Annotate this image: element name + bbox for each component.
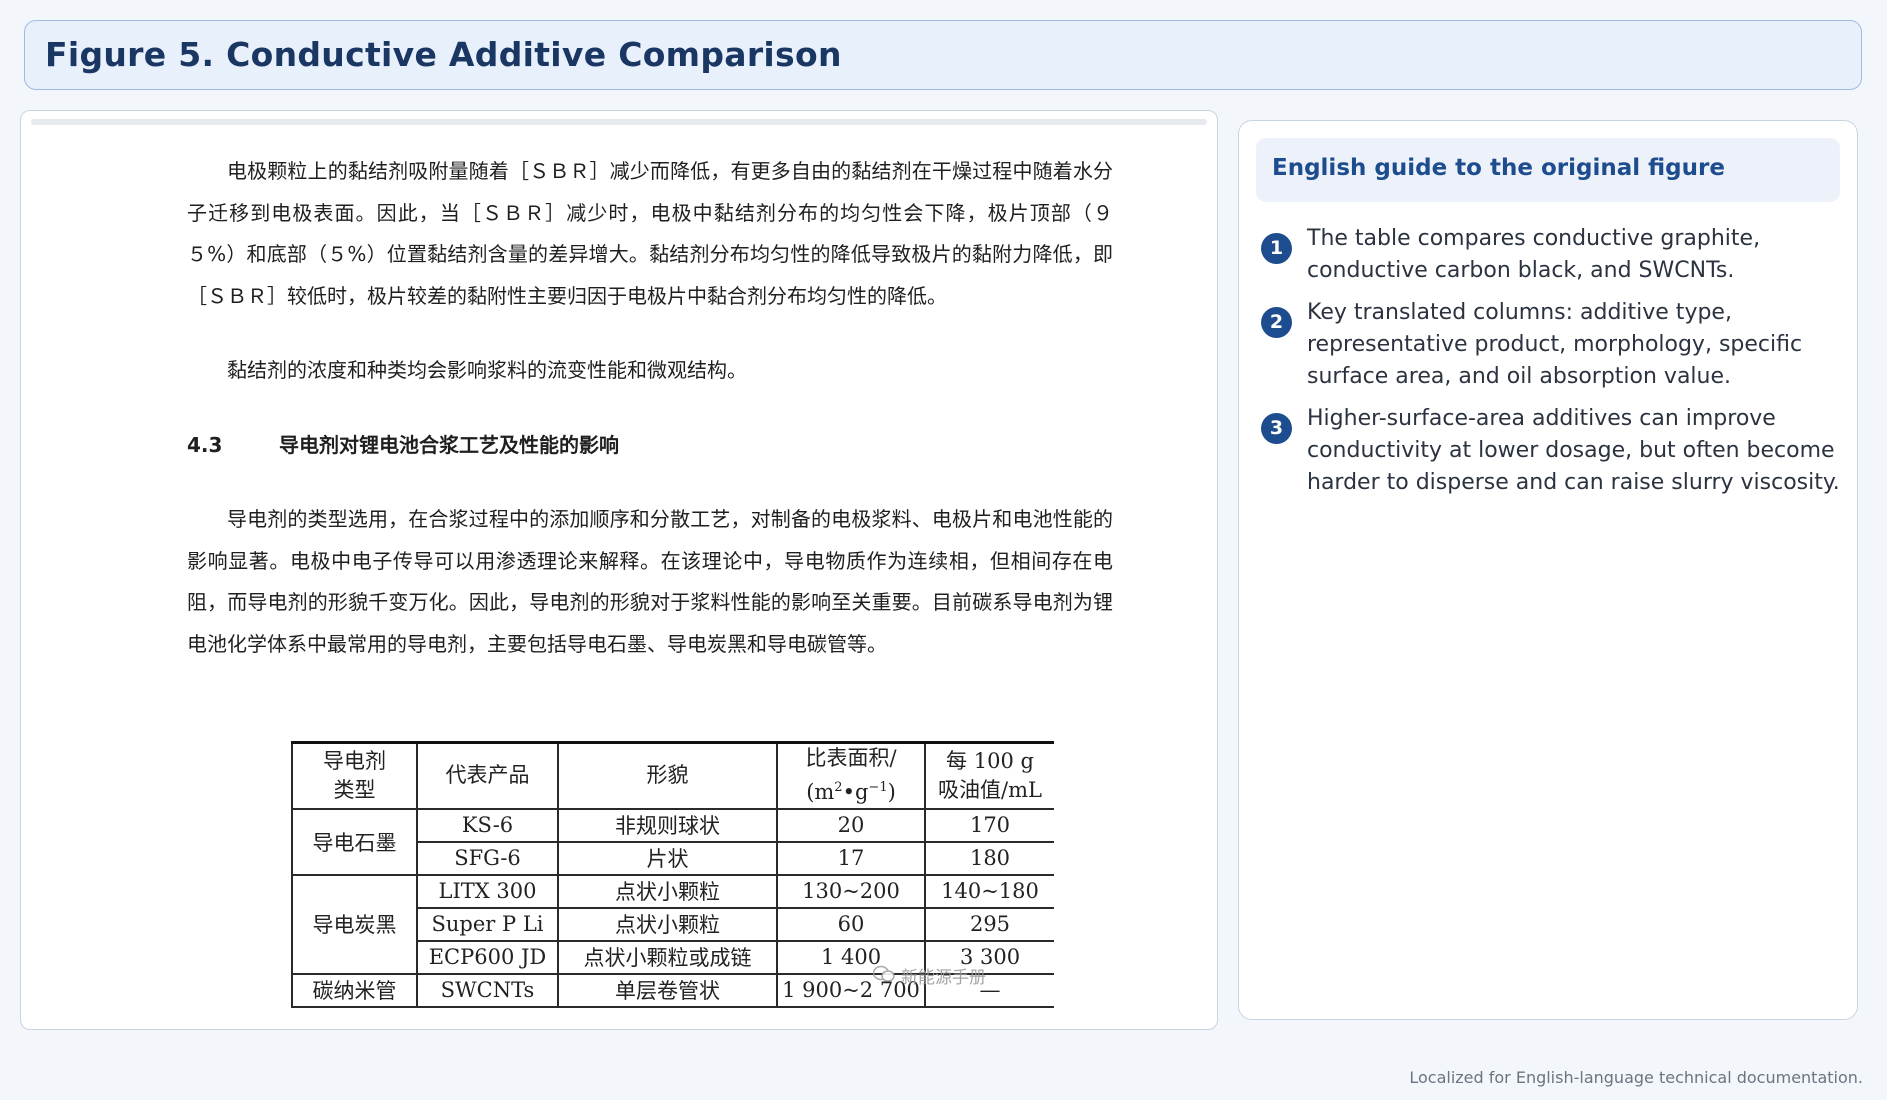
guide-heading: English guide to the original figure (1272, 155, 1725, 181)
cell-area: 130~200 (776, 873, 926, 909)
footer-note: Localized for English-language technical… (1409, 1068, 1863, 1087)
section-number: 4.3 (187, 432, 223, 457)
guide-item: 2 Key translated columns: additive type,… (1261, 297, 1841, 393)
cell-product: KS-6 (416, 807, 559, 843)
cell-oil: 295 (924, 906, 1054, 942)
number-badge: 3 (1261, 413, 1292, 444)
paragraph-3: 导电剂的类型选用，在合浆过程中的添加顺序和分散工艺，对制备的电极浆料、电极片和电… (187, 507, 1113, 656)
header-type: 导电剂 类型 (291, 741, 418, 810)
cell-product: SWCNTs (416, 972, 559, 1008)
group-graphite: 导电石墨 (291, 807, 418, 876)
header-oil-absorption: 每 100 g 吸油值/mL (924, 741, 1054, 810)
cell-morphology: 非规则球状 (557, 807, 778, 843)
table-header-row: 导电剂 类型 代表产品 形貌 比表面积/(m2•g−1) 每 100 g 吸油值/m… (291, 741, 1054, 810)
paragraph-1: 电极颗粒上的黏结剂吸附量随着［ＳＢＲ］减少而降低，有更多自由的黏结剂在干燥过程中… (187, 159, 1113, 308)
header-morphology: 形貌 (557, 741, 778, 810)
guide-header: English guide to the original figure (1256, 138, 1840, 202)
cell-product: Super P Li (416, 906, 559, 942)
header-product: 代表产品 (416, 741, 559, 810)
cell-morphology: 点状小颗粒 (557, 906, 778, 942)
group-cnt: 碳纳米管 (291, 972, 418, 1008)
guide-list: 1 The table compares conductive graphite… (1261, 223, 1841, 509)
section-heading: 4.3 导电剂对锂电池合浆工艺及性能的影响 (187, 425, 1113, 467)
cell-morphology: 点状小颗粒或成链 (557, 939, 778, 975)
number-badge: 1 (1261, 233, 1292, 264)
guide-item: 1 The table compares conductive graphite… (1261, 223, 1841, 287)
cell-product: SFG-6 (416, 840, 559, 876)
cell-oil: 170 (924, 807, 1054, 843)
wechat-icon (872, 965, 895, 988)
watermark: 新能源手册 (872, 963, 986, 988)
cell-area: 17 (776, 840, 926, 876)
group-carbon-black: 导电炭黑 (291, 873, 418, 975)
cell-morphology: 片状 (557, 840, 778, 876)
guide-item: 3 Higher-surface-area additives can impr… (1261, 403, 1841, 499)
cell-product: ECP600 JD (416, 939, 559, 975)
header-surface-area: 比表面积/(m2•g−1) (776, 741, 926, 810)
document-panel: 电极颗粒上的黏结剂吸附量随着［ＳＢＲ］减少而降低，有更多自由的黏结剂在干燥过程中… (20, 110, 1218, 1030)
document-top-rule (31, 119, 1207, 125)
cell-morphology: 单层卷管状 (557, 972, 778, 1008)
guide-item-text: Higher-surface-area additives can improv… (1307, 406, 1840, 495)
document-text: 电极颗粒上的黏结剂吸附量随着［ＳＢＲ］减少而降低，有更多自由的黏结剂在干燥过程中… (187, 151, 1113, 665)
section-title: 导电剂对锂电池合浆工艺及性能的影响 (279, 432, 619, 457)
cell-morphology: 点状小颗粒 (557, 873, 778, 909)
number-badge: 2 (1261, 307, 1292, 338)
guide-item-text: The table compares conductive graphite, … (1307, 226, 1761, 283)
guide-panel: English guide to the original figure 1 T… (1238, 120, 1858, 1020)
cell-oil: 180 (924, 840, 1054, 876)
cell-oil: 140~180 (924, 873, 1054, 909)
cell-product: LITX 300 (416, 873, 559, 909)
paragraph-2: 黏结剂的浓度和种类均会影响浆料的流变性能和微观结构。 (227, 358, 747, 382)
watermark-text: 新能源手册 (901, 968, 986, 988)
table-row: 导电炭黑 LITX 300 点状小颗粒 130~200 140~180 (291, 873, 1054, 975)
figure-title: Figure 5. Conductive Additive Comparison (45, 35, 842, 74)
cell-area: 20 (776, 807, 926, 843)
cell-area: 60 (776, 906, 926, 942)
table-row: 导电石墨 KS-6 非规则球状 20 170 (291, 807, 1054, 876)
guide-item-text: Key translated columns: additive type, r… (1307, 300, 1803, 389)
title-bar: Figure 5. Conductive Additive Comparison (24, 20, 1862, 90)
